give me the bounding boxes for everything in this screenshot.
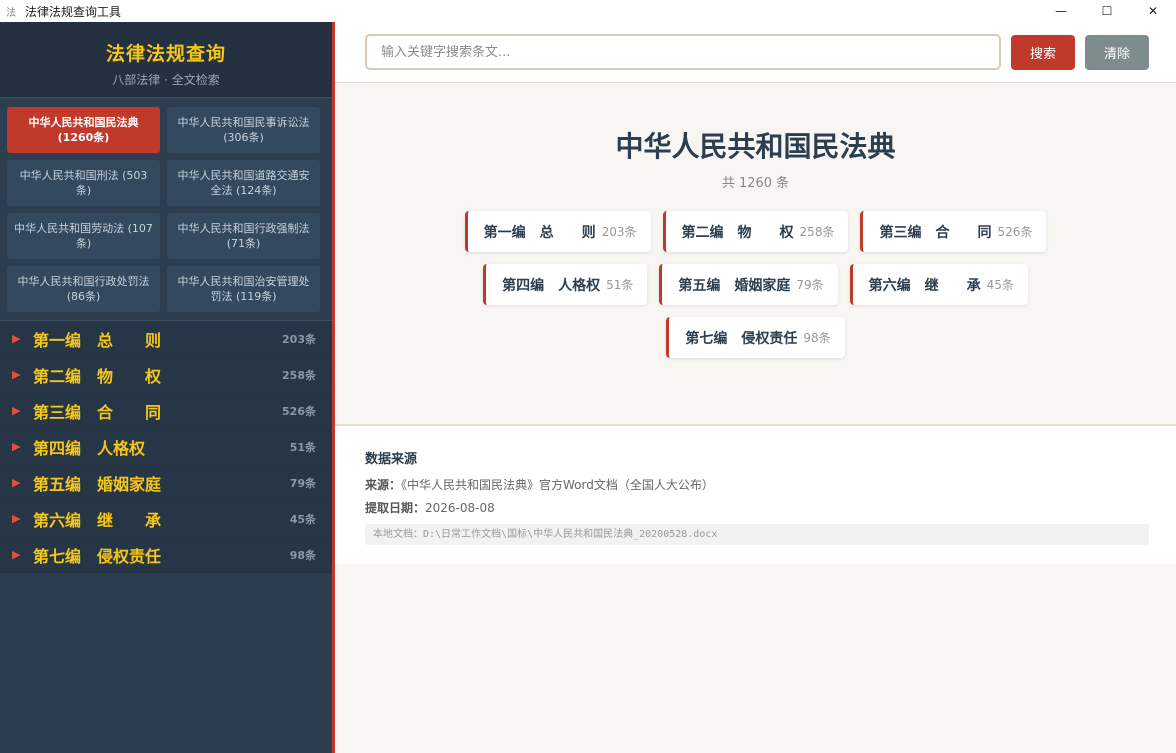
- expand-arrow-icon: ▶: [12, 404, 21, 417]
- chapter-item[interactable]: ▶ 第一编 总 则 203条: [0, 321, 332, 357]
- law-button[interactable]: 中华人民共和国刑法 (503条): [7, 160, 160, 206]
- part-card[interactable]: 第六编 继 承 45条: [849, 264, 1028, 305]
- chapter-name: 第四编 人格权: [33, 438, 146, 458]
- part-card[interactable]: 第四编 人格权 51条: [483, 264, 648, 305]
- maximize-icon[interactable]: ☐: [1084, 0, 1130, 22]
- part-card[interactable]: 第三编 合 同 526条: [860, 211, 1047, 252]
- chapter-name: 第二编 物 权: [33, 366, 162, 386]
- part-name: 第二编 物 权: [681, 224, 794, 241]
- sidebar-title: 法律法规查询: [105, 43, 226, 65]
- part-count: 98条: [803, 331, 831, 345]
- law-button[interactable]: 中华人民共和国民法典 (1260条): [7, 107, 160, 153]
- part-row: 第一编 总 则 203条 第二编 物 权 258条 第三编 合 同 526条: [335, 211, 1176, 252]
- chapter-count: 258条: [282, 368, 316, 382]
- part-card[interactable]: 第一编 总 则 203条: [464, 211, 651, 252]
- part-count: 526条: [997, 225, 1033, 239]
- law-title: 中华人民共和国民法典: [615, 130, 896, 163]
- chapter-item[interactable]: ▶ 第四编 人格权 51条: [0, 429, 332, 465]
- law-button[interactable]: 中华人民共和国行政处罚法 (86条): [7, 266, 160, 312]
- chapter-name: 第三编 合 同: [33, 402, 162, 422]
- chapter-count: 79条: [289, 476, 316, 490]
- search-bar: 搜索 清除: [335, 22, 1176, 83]
- search-input[interactable]: [365, 34, 1001, 70]
- local-document-path: 本地文档：D:\日常工作文档\国标\中华人民共和国民法典_20200528.do…: [365, 524, 1149, 545]
- law-button[interactable]: 中华人民共和国治安管理处罚法 (119条): [167, 266, 320, 312]
- search-button[interactable]: 搜索: [1011, 35, 1075, 70]
- chapter-item[interactable]: ▶ 第六编 继 承 45条: [0, 501, 332, 537]
- chapter-count: 45条: [289, 512, 316, 526]
- sidebar-header: 法律法规查询 八部法律 · 全文检索: [0, 22, 332, 98]
- chapter-item[interactable]: ▶ 第七编 侵权责任 98条: [0, 537, 332, 573]
- date-value: 2026-08-08: [425, 501, 495, 515]
- chapter-item[interactable]: ▶ 第五编 婚姻家庭 79条: [0, 465, 332, 501]
- part-count: 79条: [796, 278, 824, 292]
- close-icon[interactable]: ✕: [1130, 0, 1176, 22]
- window-title: 法律法规查询工具: [25, 4, 122, 19]
- minimize-icon[interactable]: —: [1038, 0, 1084, 22]
- chapter-count: 98条: [289, 548, 316, 562]
- sidebar: 法律法规查询 八部法律 · 全文检索 中华人民共和国民法典 (1260条) 中华…: [0, 22, 332, 753]
- chapter-name: 第六编 继 承: [33, 510, 162, 530]
- expand-arrow-icon: ▶: [12, 368, 21, 381]
- part-name: 第一编 总 则: [483, 224, 596, 241]
- part-count: 203条: [601, 225, 637, 239]
- app-icon: 法: [6, 7, 16, 19]
- chapter-item[interactable]: ▶ 第三编 合 同 526条: [0, 393, 332, 429]
- part-name: 第六编 继 承: [868, 277, 981, 294]
- chapter-name: 第一编 总 则: [33, 330, 162, 350]
- part-row: 第七编 侵权责任 98条: [335, 317, 1176, 358]
- law-article-count: 共 1260 条: [721, 176, 790, 191]
- part-count: 51条: [606, 278, 634, 292]
- chapter-item[interactable]: ▶ 第二编 物 权 258条: [0, 357, 332, 393]
- part-row: 第四编 人格权 51条 第五编 婚姻家庭 79条 第六编 继 承 45条: [335, 264, 1176, 305]
- source-line: 来源：《中华人民共和国民法典》官方Word文档（全国人大公布）: [365, 476, 1149, 493]
- part-card[interactable]: 第五编 婚姻家庭 79条: [659, 264, 838, 305]
- part-count: 45条: [986, 278, 1014, 292]
- chapter-name: 第七编 侵权责任: [33, 546, 162, 566]
- part-count: 258条: [799, 225, 835, 239]
- part-card[interactable]: 第二编 物 权 258条: [662, 211, 849, 252]
- law-button[interactable]: 中华人民共和国行政强制法 (71条): [167, 213, 320, 259]
- expand-arrow-icon: ▶: [12, 476, 21, 489]
- chapter-list: ▶ 第一编 总 则 203条 ▶ 第二编 物 权 258条 ▶ 第三编 合 同 …: [0, 321, 332, 573]
- window-controls: — ☐ ✕: [1038, 0, 1176, 22]
- expand-arrow-icon: ▶: [12, 548, 21, 561]
- window-titlebar: 法 法律法规查询工具 — ☐ ✕: [0, 0, 1176, 22]
- law-selector: 中华人民共和国民法典 (1260条) 中华人民共和国民事诉讼法 (306条) 中…: [0, 98, 332, 321]
- source-panel: 数据来源 来源：《中华人民共和国民法典》官方Word文档（全国人大公布） 提取日…: [335, 424, 1176, 564]
- expand-arrow-icon: ▶: [12, 440, 21, 453]
- part-name: 第四编 人格权: [502, 277, 601, 294]
- source-heading: 数据来源: [365, 452, 418, 467]
- part-card[interactable]: 第七编 侵权责任 98条: [666, 317, 845, 358]
- law-button[interactable]: 中华人民共和国道路交通安全法 (124条): [167, 160, 320, 206]
- source-value: 《中华人民共和国民法典》官方Word文档（全国人大公布）: [401, 478, 714, 492]
- part-name: 第五编 婚姻家庭: [678, 277, 791, 294]
- expand-arrow-icon: ▶: [12, 512, 21, 525]
- part-name: 第三编 合 同: [879, 224, 992, 241]
- date-label: 提取日期：: [365, 501, 426, 515]
- law-button[interactable]: 中华人民共和国民事诉讼法 (306条): [167, 107, 320, 153]
- chapter-count: 203条: [282, 332, 316, 346]
- sidebar-subtitle: 八部法律 · 全文检索: [112, 73, 220, 87]
- law-button[interactable]: 中华人民共和国劳动法 (107条): [7, 213, 160, 259]
- clear-button[interactable]: 清除: [1085, 35, 1149, 70]
- expand-arrow-icon: ▶: [12, 332, 21, 345]
- chapter-name: 第五编 婚姻家庭: [33, 474, 162, 494]
- source-label: 来源：: [365, 478, 402, 492]
- part-name: 第七编 侵权责任: [685, 330, 798, 347]
- date-line: 提取日期：2026-08-08: [365, 499, 1149, 516]
- chapter-count: 51条: [289, 440, 316, 454]
- chapter-count: 526条: [282, 404, 316, 418]
- main-content: 搜索 清除 中华人民共和国民法典 共 1260 条 第一编 总 则 203条 第…: [335, 22, 1176, 753]
